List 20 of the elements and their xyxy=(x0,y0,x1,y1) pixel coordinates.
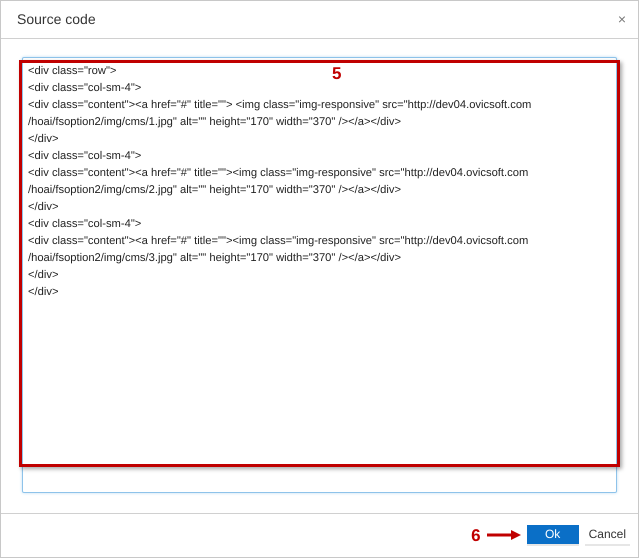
code-line: <div class="col-sm-4"> xyxy=(28,80,142,96)
ok-button[interactable]: Ok xyxy=(526,524,579,546)
code-line: <div class="col-sm-4"> xyxy=(28,216,142,232)
code-line: <div class="row"> xyxy=(28,64,116,79)
close-button[interactable]: × xyxy=(618,8,626,30)
code-line: <div class="content"><a href="#" title=""><img class="img-responsive" src="http://dev04.ovicsoft.com xyxy=(28,166,528,181)
annotation-number: 5 xyxy=(332,64,342,82)
code-line: <div class="content"><a href="#" title=""> <img class="img-responsive" src="http://dev04.ovicsoft.com xyxy=(28,98,532,113)
code-line: <div class="col-sm-4"> xyxy=(28,148,142,164)
code-line: /hoai/fsoption2/img/cms/3.jpg" alt="" height="170" width="370" /></a></div> xyxy=(28,250,401,266)
dialog-title: Source code xyxy=(17,10,96,29)
code-line: </div> xyxy=(28,132,58,147)
code-line: <div class="content"><a href="#" title=""><img class="img-responsive" src="http://dev04.ovicsoft.com xyxy=(28,234,528,249)
code-line: /hoai/fsoption2/img/cms/1.jpg" alt="" height="170" width="370" /></a></div> xyxy=(28,114,401,130)
annotation-number: 6 xyxy=(471,526,481,544)
code-line: </div> xyxy=(28,268,58,283)
arrow-icon xyxy=(486,530,521,540)
code-line: </div> xyxy=(28,200,58,215)
code-line: </div> xyxy=(28,284,58,300)
code-line: /hoai/fsoption2/img/cms/2.jpg" alt="" height="170" width="370" /></a></div> xyxy=(28,182,401,198)
